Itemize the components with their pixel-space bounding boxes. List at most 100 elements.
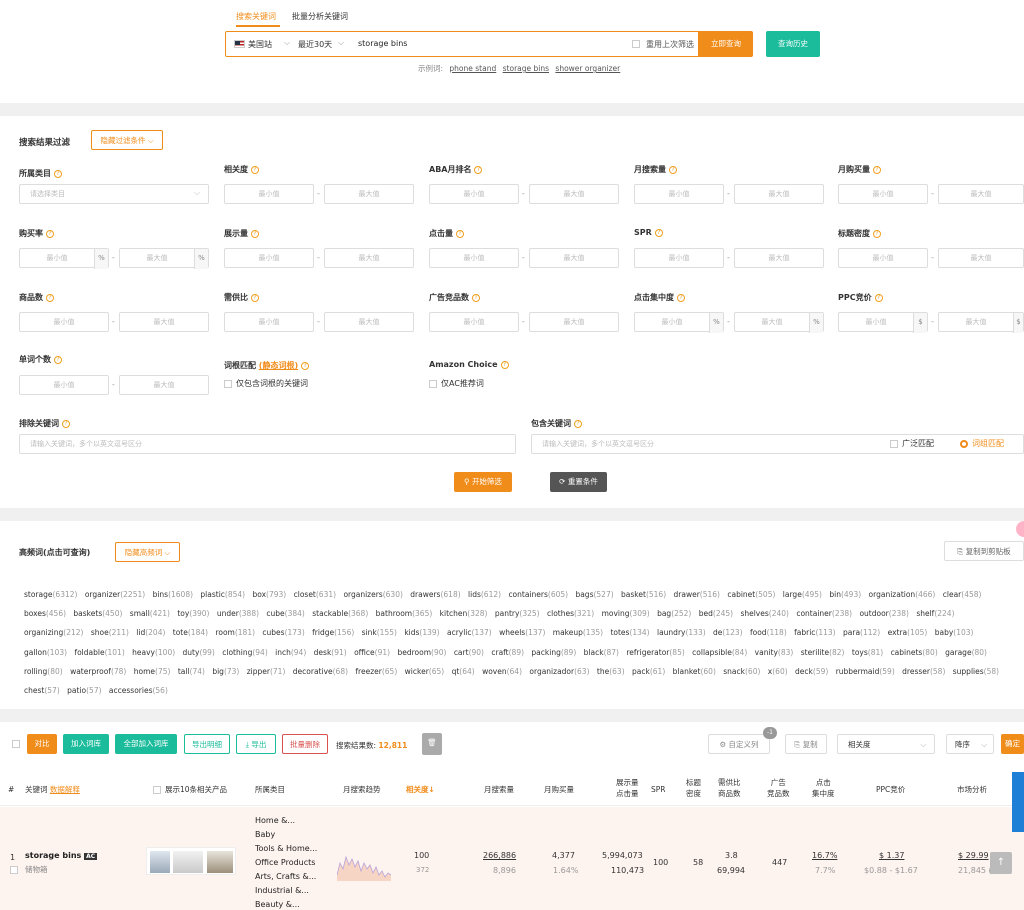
freq-word-tag[interactable]: plastic(854) (200, 590, 245, 599)
freq-word-tag[interactable]: gallon(103) (24, 648, 67, 657)
freq-word-tag[interactable]: basket(516) (621, 590, 666, 599)
freq-word-tag[interactable]: bin(493) (829, 590, 861, 599)
freq-word-tag[interactable]: clear(458) (943, 590, 982, 599)
freq-word-tag[interactable]: black(87) (584, 648, 619, 657)
freq-word-tag[interactable]: shoe(211) (91, 628, 129, 637)
freq-word-tag[interactable]: storage(6312) (24, 590, 77, 599)
col-impressions-clicks[interactable]: 展示量 点击量 (616, 777, 639, 799)
freq-word-tag[interactable]: dresser(58) (902, 667, 945, 676)
trash-icon[interactable]: 🗑 (422, 733, 442, 755)
impressions-min[interactable]: 最小值 (224, 248, 314, 268)
broad-match-option[interactable]: 广泛匹配 (890, 438, 934, 449)
freq-word-tag[interactable]: fridge(156) (312, 628, 354, 637)
freq-word-tag[interactable]: zipper(71) (247, 667, 286, 676)
freq-word-tag[interactable]: tote(184) (173, 628, 208, 637)
product-thumbnails[interactable] (146, 847, 236, 875)
search-button[interactable]: 立即查询 (699, 31, 753, 57)
ppc-bid-min[interactable]: 最小值 $ (838, 312, 928, 333)
col-monthly-purchase[interactable]: 月购买量 (544, 784, 574, 795)
export-detail-button[interactable]: 导出明细 (184, 734, 230, 754)
freq-word-tag[interactable]: supplies(58) (953, 667, 999, 676)
freq-word-tag[interactable]: accessories(56) (109, 686, 168, 695)
product-count-min[interactable]: 最小值 (19, 312, 109, 332)
freq-word-tag[interactable]: lid(204) (136, 628, 165, 637)
freq-word-tag[interactable]: bedroom(90) (397, 648, 446, 657)
freq-word-tag[interactable]: under(388) (217, 609, 259, 618)
relevance-max[interactable]: 最大值 (324, 184, 414, 204)
row-checkbox[interactable] (10, 866, 18, 874)
custom-columns-button[interactable]: ⚙ 自定义列 (708, 734, 770, 754)
ad-products-min[interactable]: 最小值 (429, 312, 519, 332)
freq-word-tag[interactable]: box(793) (252, 590, 286, 599)
freq-word-tag[interactable]: collapsible(84) (692, 648, 747, 657)
clicks-min[interactable]: 最小值 (429, 248, 519, 268)
title-density-max[interactable]: 最大值 (938, 248, 1024, 268)
row-market-price[interactable]: $ 29.99 (958, 851, 989, 860)
col-title-density[interactable]: 标题 密度 (686, 777, 701, 799)
hide-filter-button[interactable]: 隐藏过滤条件 ⌵ (91, 130, 163, 150)
word-count-min[interactable]: 最小值 (19, 375, 109, 395)
row-click-concentration[interactable]: 16.7% (812, 851, 837, 860)
monthly-search-min[interactable]: 最小值 (634, 184, 724, 204)
hide-freq-button[interactable]: 隐藏高频词 ⌵ (115, 542, 180, 562)
relevance-min[interactable]: 最小值 (224, 184, 314, 204)
freq-word-tag[interactable]: baby(103) (935, 628, 974, 637)
freq-word-tag[interactable]: cabinet(505) (727, 590, 775, 599)
freq-word-tag[interactable]: blanket(60) (673, 667, 716, 676)
reuse-checkbox[interactable] (632, 40, 640, 48)
freq-word-tag[interactable]: chest(57) (24, 686, 60, 695)
freq-word-tag[interactable]: laundry(133) (657, 628, 706, 637)
freq-word-tag[interactable]: office(91) (354, 648, 390, 657)
table-row[interactable]: 1 storage bins AC 储物箱 Home &... Baby Too… (0, 807, 1024, 910)
freq-word-tag[interactable]: the(63) (597, 667, 625, 676)
freq-word-tag[interactable]: organization(466) (869, 590, 936, 599)
phrase-match-option[interactable]: 词组匹配 (960, 438, 1004, 449)
compare-button[interactable]: 对比 (27, 734, 57, 754)
monthly-purchase-max[interactable]: 最大值 (938, 184, 1024, 204)
freq-word-tag[interactable]: acrylic(137) (447, 628, 492, 637)
period-select[interactable]: 最近30天 (298, 39, 332, 50)
freq-word-tag[interactable]: waterproof(78) (70, 667, 126, 676)
freq-word-tag[interactable]: toys(81) (852, 648, 883, 657)
freq-word-tag[interactable]: organizador(63) (529, 667, 589, 676)
freq-word-tag[interactable]: drawers(618) (410, 590, 460, 599)
freq-word-tag[interactable]: de(123) (713, 628, 743, 637)
freq-word-tag[interactable]: makeup(135) (553, 628, 603, 637)
ppc-bid-max[interactable]: 最大值 $ (938, 312, 1024, 333)
freq-word-tag[interactable]: closet(631) (294, 590, 336, 599)
freq-word-tag[interactable]: refrigerator(85) (626, 648, 684, 657)
col-monthly-search[interactable]: 月搜索量 (484, 784, 514, 795)
freq-word-tag[interactable]: rolling(80) (24, 667, 63, 676)
freq-word-tag[interactable]: container(238) (796, 609, 852, 618)
freq-word-tag[interactable]: tall(74) (178, 667, 205, 676)
freq-word-tag[interactable]: x(60) (768, 667, 788, 676)
monthly-search-max[interactable]: 最大值 (734, 184, 824, 204)
freq-word-tag[interactable]: wheels(137) (499, 628, 545, 637)
freq-word-tag[interactable]: heavy(100) (132, 648, 175, 657)
col-relevance[interactable]: 相关度↓ (406, 784, 435, 795)
col-spr[interactable]: SPR (651, 784, 666, 795)
freq-word-tag[interactable]: para(112) (843, 628, 880, 637)
keyword-input[interactable]: storage bins (358, 39, 407, 48)
aba-rank-min[interactable]: 最小值 (429, 184, 519, 204)
row-ppc[interactable]: $ 1.37 (879, 851, 904, 860)
word-count-max[interactable]: 最大值 (119, 375, 209, 395)
spr-max[interactable]: 最大值 (734, 248, 824, 268)
col-ad-products[interactable]: 广告 竞品数 (767, 777, 790, 799)
site-select[interactable]: 美国站 (248, 39, 272, 50)
freq-word-tag[interactable]: organizing(212) (24, 628, 83, 637)
select-all-checkbox[interactable] (12, 740, 20, 748)
clicks-max[interactable]: 最大值 (529, 248, 619, 268)
freq-word-tag[interactable]: cube(384) (266, 609, 304, 618)
sort-field-select[interactable]: 相关度 ⌵ (837, 734, 935, 754)
tab-keyword-search[interactable]: 搜索关键词 (236, 11, 276, 22)
export-button[interactable]: ⤓ 导出 (236, 734, 276, 754)
freq-word-tag[interactable]: room(181) (215, 628, 255, 637)
row-keyword[interactable]: storage bins AC (25, 851, 98, 860)
sort-order-select[interactable]: 降序 ⌵ (946, 734, 994, 754)
ac-only-option[interactable]: 仅AC推荐词 (429, 378, 484, 389)
chat-sidebar-tab[interactable] (1012, 772, 1024, 832)
reset-filter-button[interactable]: ⟳ 重置条件 (550, 472, 607, 492)
col-keyword[interactable]: 关键词 数据解释 (25, 784, 80, 795)
freq-word-tag[interactable]: big(73) (212, 667, 239, 676)
